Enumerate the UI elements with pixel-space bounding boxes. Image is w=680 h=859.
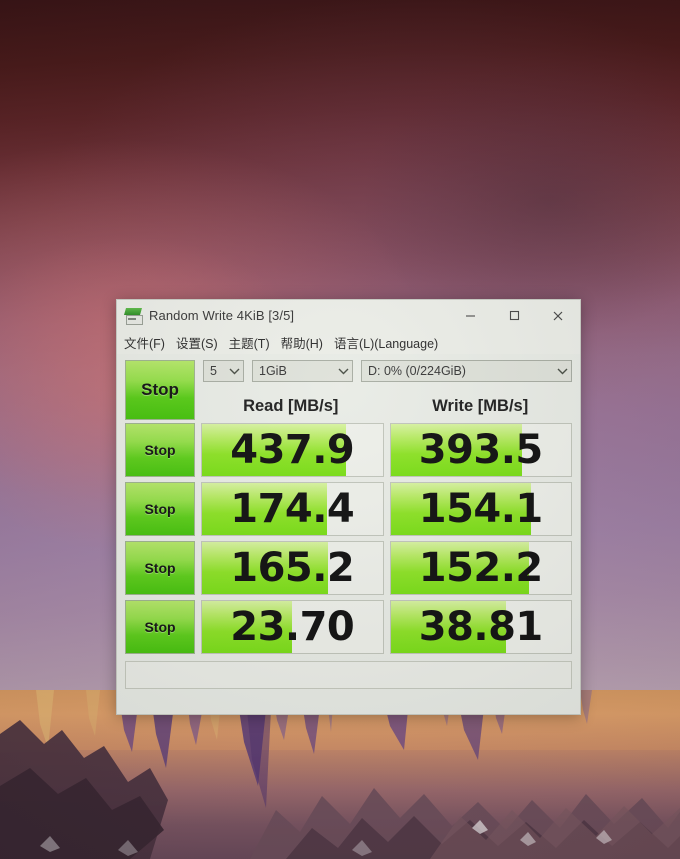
table-row: Stop 23.70 38.81 xyxy=(125,600,572,654)
window-body: Stop 5 1GiB D: 0% (0/224GiB) Read [MB/s]… xyxy=(117,354,580,714)
test-size-dropdown[interactable]: 1GiB xyxy=(252,360,353,382)
read-score-cell: 165.2 xyxy=(201,541,384,595)
table-row: Stop 437.9 393.5 xyxy=(125,423,572,477)
write-score-value: 393.5 xyxy=(418,427,544,473)
test-count-value: 5 xyxy=(210,364,217,378)
benchmark-toolbar: Stop 5 1GiB D: 0% (0/224GiB) xyxy=(125,360,572,420)
close-icon xyxy=(553,311,563,320)
write-column-header: Write [MB/s] xyxy=(432,397,529,415)
column-headers: Read [MB/s] Write [MB/s] xyxy=(125,393,572,420)
target-drive-value: D: 0% (0/224GiB) xyxy=(368,364,466,378)
menu-item-theme[interactable]: 主题(T) xyxy=(229,333,270,352)
table-row: Stop 174.4 154.1 xyxy=(125,482,572,536)
wallpaper-mountain-shapes xyxy=(0,690,680,859)
row-stop-button[interactable]: Stop xyxy=(125,482,195,536)
read-score-cell: 174.4 xyxy=(201,482,384,536)
write-score-cell: 152.2 xyxy=(389,541,572,595)
write-score-cell: 38.81 xyxy=(389,600,572,654)
read-column-header: Read [MB/s] xyxy=(243,397,339,415)
menu-item-language[interactable]: 语言(L)(Language) xyxy=(334,333,438,352)
test-size-value: 1GiB xyxy=(259,364,287,378)
write-score-cell: 393.5 xyxy=(389,423,572,477)
window-titlebar[interactable]: Random Write 4KiB [3/5] xyxy=(117,300,580,331)
table-row: Stop 165.2 152.2 xyxy=(125,541,572,595)
chevron-down-icon xyxy=(338,367,349,375)
write-score-value: 152.2 xyxy=(418,545,544,591)
chevron-down-icon xyxy=(557,367,568,375)
status-bar xyxy=(125,661,572,689)
maximize-icon xyxy=(509,310,519,321)
write-score-cell: 154.1 xyxy=(389,482,572,536)
row-stop-button[interactable]: Stop xyxy=(125,600,195,654)
results-table: Stop 437.9 393.5 Stop 174.4 154.1 Stop 1… xyxy=(125,423,572,654)
read-score-value: 165.2 xyxy=(230,545,355,591)
chevron-down-icon xyxy=(229,367,240,375)
disk-drive-icon xyxy=(123,307,143,325)
close-button[interactable] xyxy=(536,300,580,331)
minimize-button[interactable] xyxy=(448,300,492,331)
wallpaper-glow-right xyxy=(360,60,680,340)
maximize-button[interactable] xyxy=(492,300,536,331)
window-controls xyxy=(448,300,580,331)
read-score-value: 174.4 xyxy=(230,486,355,532)
menu-item-help[interactable]: 帮助(H) xyxy=(281,333,323,352)
minimize-icon xyxy=(465,315,475,317)
read-score-value: 437.9 xyxy=(230,427,355,473)
write-score-value: 38.81 xyxy=(418,604,544,650)
menu-item-settings[interactable]: 设置(S) xyxy=(176,333,218,352)
row-stop-button[interactable]: Stop xyxy=(125,423,195,477)
read-score-cell: 23.70 xyxy=(201,600,384,654)
test-count-dropdown[interactable]: 5 xyxy=(203,360,244,382)
crystaldiskmark-window: Random Write 4KiB [3/5] 文件(F) 设置(S) 主题(T… xyxy=(116,299,581,715)
menu-item-file[interactable]: 文件(F) xyxy=(124,333,165,352)
window-title: Random Write 4KiB [3/5] xyxy=(149,308,295,323)
menubar: 文件(F) 设置(S) 主题(T) 帮助(H) 语言(L)(Language) xyxy=(117,331,580,354)
write-score-value: 154.1 xyxy=(418,486,544,532)
read-score-cell: 437.9 xyxy=(201,423,384,477)
target-drive-dropdown[interactable]: D: 0% (0/224GiB) xyxy=(361,360,572,382)
row-stop-button[interactable]: Stop xyxy=(125,541,195,595)
wallpaper-mountains xyxy=(0,690,680,859)
read-score-value: 23.70 xyxy=(230,604,355,650)
